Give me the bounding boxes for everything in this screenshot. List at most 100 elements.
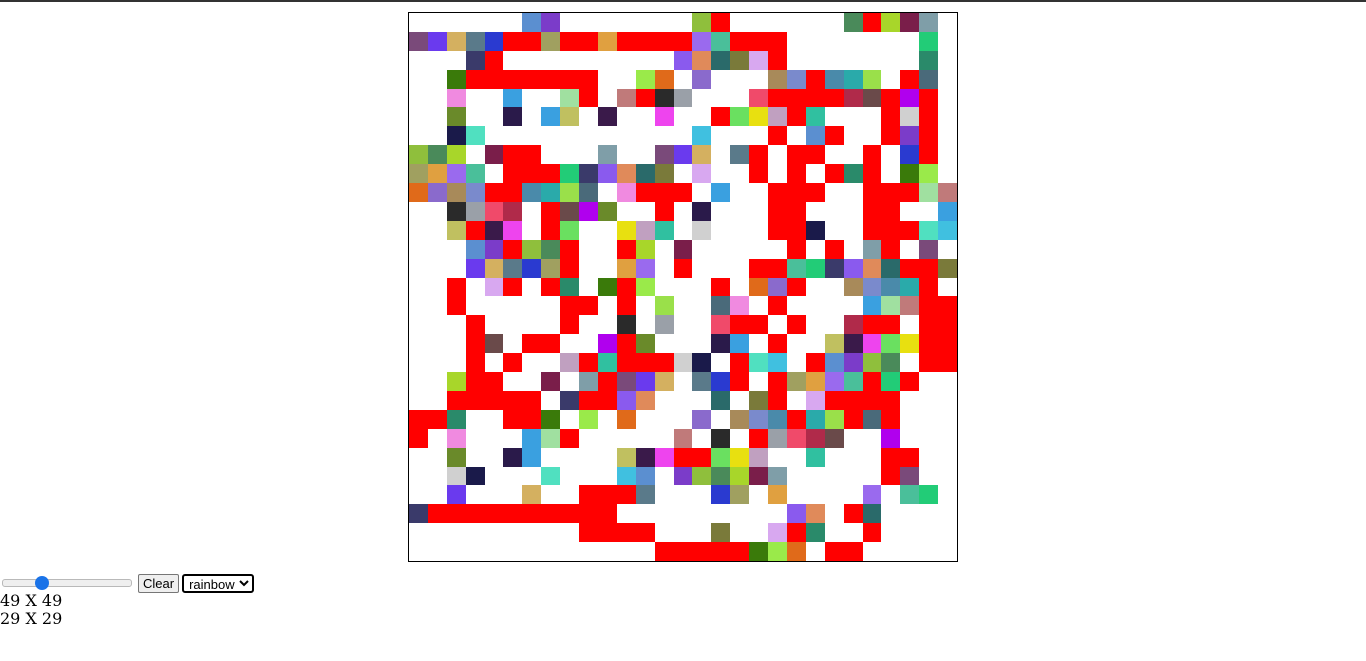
grid-cell[interactable] — [806, 13, 825, 32]
grid-cell[interactable] — [635, 220, 655, 240]
grid-cell[interactable] — [674, 410, 693, 429]
grid-cell[interactable] — [863, 448, 882, 467]
grid-cell[interactable] — [938, 258, 957, 278]
grid-cell[interactable] — [768, 107, 787, 127]
grid-cell[interactable] — [806, 32, 825, 51]
grid-cell[interactable] — [674, 372, 693, 391]
grid-cell[interactable] — [503, 523, 522, 542]
grid-cell[interactable] — [825, 315, 844, 334]
grid-cell[interactable] — [503, 334, 522, 353]
grid-cell[interactable] — [824, 239, 844, 259]
grid-cell[interactable] — [655, 126, 674, 145]
grid-cell[interactable] — [409, 523, 428, 542]
grid-cell[interactable] — [427, 183, 447, 202]
grid-cell[interactable] — [749, 50, 769, 70]
grid-cell[interactable] — [862, 239, 882, 259]
grid-cell[interactable] — [522, 89, 541, 108]
grid-cell[interactable] — [768, 145, 787, 164]
grid-cell[interactable] — [919, 429, 938, 448]
grid-cell[interactable] — [485, 315, 504, 334]
grid-cell[interactable] — [485, 523, 504, 542]
grid-cell[interactable] — [749, 277, 769, 297]
grid-cell[interactable] — [900, 202, 919, 221]
grid-cell[interactable] — [484, 504, 504, 524]
grid-cell[interactable] — [938, 410, 957, 429]
grid-cell[interactable] — [503, 429, 522, 448]
grid-cell[interactable] — [692, 391, 711, 410]
grid-cell[interactable] — [635, 183, 655, 202]
grid-cell[interactable] — [844, 467, 863, 486]
grid-cell[interactable] — [428, 315, 447, 334]
grid-cell[interactable] — [654, 107, 674, 127]
grid-cell[interactable] — [541, 448, 560, 467]
grid-cell[interactable] — [806, 278, 825, 297]
grid-cell[interactable] — [466, 542, 485, 561]
grid-cell[interactable] — [919, 69, 939, 89]
grid-cell[interactable] — [749, 390, 769, 410]
grid-cell[interactable] — [692, 296, 711, 315]
grid-cell[interactable] — [579, 164, 598, 184]
grid-cell[interactable] — [862, 164, 882, 184]
grid-cell[interactable] — [485, 542, 504, 561]
grid-cell[interactable] — [938, 372, 957, 391]
grid-cell[interactable] — [616, 296, 636, 316]
grid-cell[interactable] — [787, 391, 806, 410]
grid-cell[interactable] — [881, 32, 900, 51]
grid-cell[interactable] — [522, 542, 541, 561]
grid-cell[interactable] — [938, 448, 957, 467]
grid-cell[interactable] — [900, 145, 920, 165]
grid-cell[interactable] — [692, 278, 711, 297]
grid-cell[interactable] — [654, 145, 674, 165]
grid-cell[interactable] — [597, 145, 617, 165]
grid-cell[interactable] — [522, 447, 542, 467]
grid-cell[interactable] — [711, 259, 730, 278]
grid-cell[interactable] — [862, 69, 882, 89]
grid-cell[interactable] — [485, 353, 504, 372]
grid-cell[interactable] — [503, 296, 522, 315]
grid-cell[interactable] — [806, 334, 825, 353]
grid-cell[interactable] — [560, 164, 580, 184]
grid-cell[interactable] — [824, 258, 844, 278]
grid-cell[interactable] — [825, 278, 844, 297]
grid-cell[interactable] — [541, 183, 561, 202]
grid-cell[interactable] — [522, 239, 542, 259]
grid-cell[interactable] — [655, 429, 674, 448]
grid-cell[interactable] — [862, 334, 882, 354]
grid-cell[interactable] — [503, 467, 522, 486]
grid-cell[interactable] — [428, 542, 447, 561]
grid-cell[interactable] — [541, 372, 561, 391]
grid-cell[interactable] — [938, 391, 957, 410]
grid-cell[interactable] — [843, 69, 863, 89]
grid-cell[interactable] — [768, 126, 787, 146]
grid-cell[interactable] — [541, 126, 560, 145]
grid-cell[interactable] — [881, 164, 900, 183]
grid-cell[interactable] — [484, 372, 504, 391]
grid-cell[interactable] — [465, 31, 485, 51]
grid-cell[interactable] — [919, 31, 939, 51]
grid-cell[interactable] — [617, 51, 636, 70]
grid-cell[interactable] — [409, 107, 428, 126]
grid-cell[interactable] — [579, 334, 598, 353]
grid-cell[interactable] — [503, 447, 523, 467]
grid-cell[interactable] — [900, 32, 919, 51]
grid-cell[interactable] — [730, 391, 749, 410]
grid-cell[interactable] — [881, 13, 901, 32]
grid-cell[interactable] — [730, 31, 750, 51]
grid-cell[interactable] — [919, 542, 938, 561]
grid-cell[interactable] — [919, 220, 939, 240]
grid-cell[interactable] — [900, 353, 919, 372]
grid-cell[interactable] — [598, 448, 617, 467]
grid-cell[interactable] — [616, 183, 636, 202]
grid-cell[interactable] — [465, 201, 485, 221]
grid-cell[interactable] — [844, 523, 863, 542]
grid-cell[interactable] — [522, 13, 542, 32]
grid-cell[interactable] — [711, 240, 730, 259]
grid-cell[interactable] — [824, 69, 844, 89]
grid-cell[interactable] — [711, 466, 731, 486]
color-mode-select[interactable]: rainbow — [182, 573, 255, 593]
grid-cell[interactable] — [881, 447, 901, 467]
grid-cell[interactable] — [598, 240, 617, 259]
grid-cell[interactable] — [749, 296, 768, 315]
grid-cell[interactable] — [579, 504, 598, 524]
grid-cell[interactable] — [409, 70, 428, 89]
